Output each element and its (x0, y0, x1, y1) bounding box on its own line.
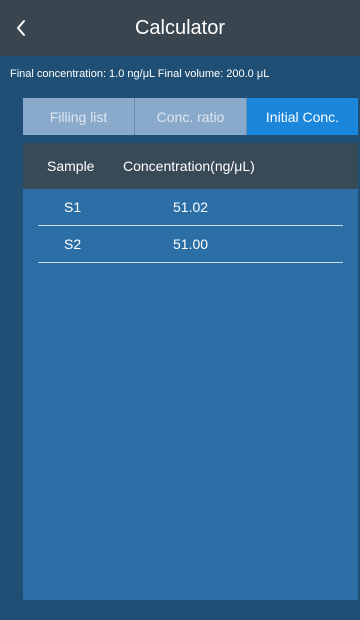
table-row[interactable]: S1 51.02 (38, 189, 343, 226)
final-settings-text: Final concentration: 1.0 ng/μL Final vol… (10, 68, 270, 80)
chevron-left-icon (15, 18, 27, 38)
title-bar: Calculator (0, 0, 360, 56)
column-header-concentration: Concentration(ng/μL) (123, 158, 255, 174)
concentration-cell: 51.00 (173, 236, 209, 252)
sample-cell: S2 (64, 236, 82, 252)
concentration-cell: 51.02 (173, 199, 209, 215)
tab-initial-conc[interactable]: Initial Conc. (247, 98, 358, 135)
table-header: Sample Concentration(ng/μL) (23, 143, 358, 189)
tab-conc-ratio[interactable]: Conc. ratio (135, 98, 247, 135)
page-title: Calculator (134, 17, 226, 39)
tab-bar: Filling list Conc. ratio Initial Conc. (23, 98, 358, 135)
column-header-sample: Sample (47, 158, 95, 174)
tab-filling-list[interactable]: Filling list (23, 98, 135, 135)
results-panel: Sample Concentration(ng/μL) S1 51.02 S2 … (23, 143, 358, 600)
table-row[interactable]: S2 51.00 (38, 226, 343, 263)
sample-cell: S1 (64, 199, 82, 215)
back-button[interactable] (6, 8, 36, 48)
